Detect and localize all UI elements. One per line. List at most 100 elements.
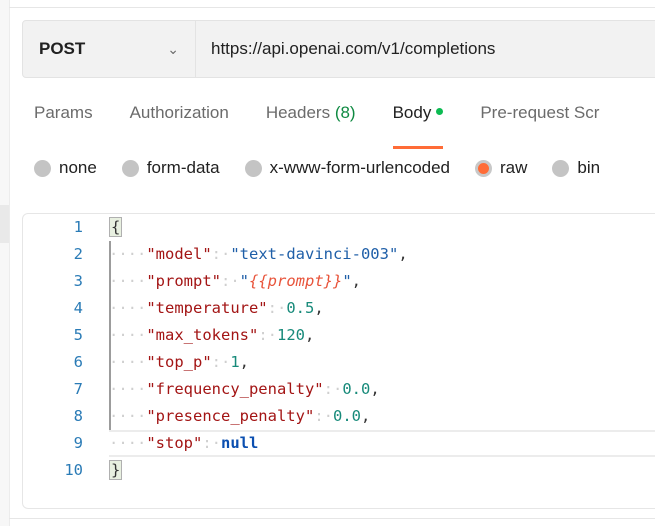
tab-body[interactable]: Body xyxy=(392,103,444,149)
tab-authorization[interactable]: Authorization xyxy=(130,103,229,149)
indent-whitespace: ···· xyxy=(109,326,147,344)
json-key: "stop" xyxy=(146,434,203,452)
radio-x-www-form-urlencoded[interactable]: x-www-form-urlencoded xyxy=(244,158,451,178)
line-number: 8 xyxy=(73,407,83,425)
url-input[interactable]: https://api.openai.com/v1/completions xyxy=(196,21,495,77)
method-label: POST xyxy=(39,39,86,58)
code-line: ····"top_p":·1, xyxy=(109,349,655,376)
radio-label: form-data xyxy=(146,158,220,177)
indent-whitespace: ···· xyxy=(109,272,147,290)
sidebar-edge xyxy=(0,0,10,526)
json-key: "model" xyxy=(146,245,212,263)
quote: " xyxy=(342,272,352,290)
line-number: 10 xyxy=(64,461,83,479)
comma: , xyxy=(304,326,315,344)
quote: " xyxy=(239,272,249,290)
code-line: ····"frequency_penalty":·0.0, xyxy=(109,376,655,403)
json-number: 0.0 xyxy=(332,407,361,425)
divider xyxy=(9,7,655,8)
code-line: ····"presence_penalty":·0.0, xyxy=(109,403,655,430)
code-line: { xyxy=(109,214,655,241)
code-line: ····"temperature":·0.5, xyxy=(109,295,655,322)
tab-headers[interactable]: Headers (8) xyxy=(266,103,356,149)
bracket-match: } xyxy=(109,460,123,480)
tab-label: Params xyxy=(34,103,93,122)
colon: :· xyxy=(202,434,221,452)
radio-label: raw xyxy=(500,158,528,177)
json-key: "max_tokens" xyxy=(146,326,259,344)
colon: :· xyxy=(211,245,231,263)
radio-circle-icon xyxy=(552,159,570,177)
code-line: } xyxy=(109,457,655,484)
tab-pre-request-script[interactable]: Pre-request Scr xyxy=(480,103,599,149)
headers-count: (8) xyxy=(334,103,356,122)
line-number: 4 xyxy=(73,299,83,317)
indent-whitespace: ···· xyxy=(109,434,147,452)
json-key: "prompt" xyxy=(146,272,221,290)
json-number: 0.0 xyxy=(342,380,371,398)
comma: , xyxy=(398,245,408,263)
colon: :· xyxy=(220,272,240,290)
request-url-bar: POST ⌄ https://api.openai.com/v1/complet… xyxy=(22,20,655,78)
json-key: "presence_penalty" xyxy=(146,407,315,425)
line-number-gutter: 1 2 3 4 5 6 7 8 9 10 xyxy=(23,214,83,484)
comma: , xyxy=(351,272,362,290)
line-number: 9 xyxy=(73,434,83,452)
indent-whitespace: ···· xyxy=(109,353,147,371)
comma: , xyxy=(314,299,324,317)
radio-label: none xyxy=(59,158,97,177)
colon: :· xyxy=(323,380,343,398)
json-number: 0.5 xyxy=(286,299,315,317)
radio-none[interactable]: none xyxy=(34,158,97,178)
line-number: 6 xyxy=(73,353,83,371)
request-tabs: Params Authorization Headers (8) Body Pr… xyxy=(34,103,636,149)
json-string: "text-davinci-003" xyxy=(230,245,399,263)
sidebar-highlight xyxy=(0,205,9,243)
code-editor[interactable]: 1 2 3 4 5 6 7 8 9 10 { ····"model":·"tex… xyxy=(22,213,655,509)
tab-params[interactable]: Params xyxy=(34,103,93,149)
code-line: ····"model":·"text-davinci-003", xyxy=(109,241,655,268)
tab-label: Pre-request Scr xyxy=(480,103,600,122)
indent-whitespace: ···· xyxy=(109,299,147,317)
tab-label: Body xyxy=(392,103,432,122)
code-lines: { ····"model":·"text-davinci-003", ····"… xyxy=(109,214,655,484)
json-null: null xyxy=(221,434,259,452)
line-number: 2 xyxy=(73,245,83,263)
comma: , xyxy=(370,380,380,398)
tab-label: Headers xyxy=(265,103,331,122)
line-number: 5 xyxy=(73,326,83,344)
radio-circle-icon xyxy=(121,159,139,177)
code-line-current: ····"stop":·null xyxy=(109,430,655,457)
chevron-down-icon: ⌄ xyxy=(167,40,179,57)
radio-binary[interactable]: bin xyxy=(552,158,600,178)
method-select[interactable]: POST ⌄ xyxy=(23,21,196,77)
body-type-options: none form-data x-www-form-urlencoded raw… xyxy=(34,158,625,178)
template-variable: {{prompt}} xyxy=(249,272,343,290)
json-key: "top_p" xyxy=(146,353,212,371)
radio-label: bin xyxy=(577,158,601,177)
radio-form-data[interactable]: form-data xyxy=(121,158,220,178)
tab-label: Authorization xyxy=(129,103,229,122)
line-number: 3 xyxy=(73,272,83,290)
radio-raw[interactable]: raw xyxy=(475,158,527,178)
radio-label: x-www-form-urlencoded xyxy=(269,158,451,177)
json-number: 120 xyxy=(276,326,305,344)
bracket-match: { xyxy=(109,217,123,237)
colon: :· xyxy=(314,407,333,425)
indent-whitespace: ···· xyxy=(109,245,147,263)
comma: , xyxy=(360,407,371,425)
json-key: "frequency_penalty" xyxy=(146,380,324,398)
radio-circle-icon xyxy=(244,159,262,177)
code-line: ····"max_tokens":·120, xyxy=(109,322,655,349)
line-number: 7 xyxy=(73,380,83,398)
line-number: 1 xyxy=(73,218,83,236)
colon: :· xyxy=(258,326,277,344)
comma: , xyxy=(239,353,250,371)
indent-whitespace: ···· xyxy=(109,380,147,398)
indent-whitespace: ···· xyxy=(109,407,147,425)
colon: :· xyxy=(267,299,287,317)
code-line: ····"prompt":·"{{prompt}}", xyxy=(109,268,655,295)
radio-circle-icon xyxy=(34,159,51,177)
json-key: "temperature" xyxy=(146,299,268,317)
radio-selected-icon xyxy=(475,159,493,177)
